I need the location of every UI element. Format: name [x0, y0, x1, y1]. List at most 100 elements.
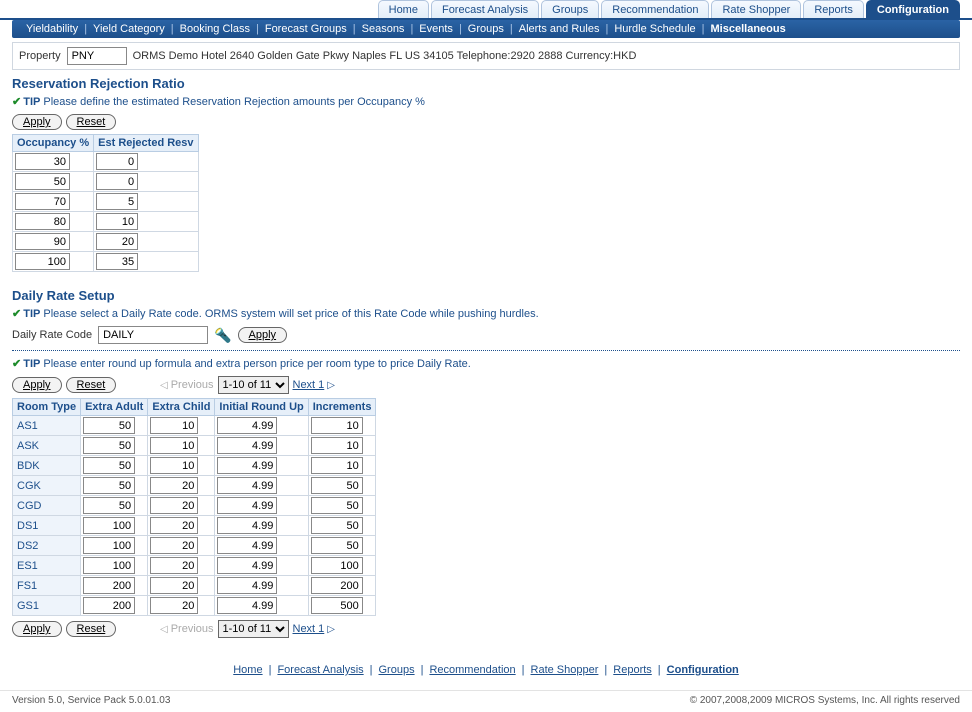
- daily-reset-top-button[interactable]: Reset: [66, 377, 117, 393]
- tab-groups[interactable]: Groups: [541, 0, 599, 18]
- rejected-resv-input[interactable]: [96, 193, 138, 210]
- increments-input[interactable]: [311, 557, 363, 574]
- lookup-icon[interactable]: 🔦: [214, 327, 231, 344]
- occupancy-input[interactable]: [15, 153, 70, 170]
- rejection-reset-button[interactable]: Reset: [66, 114, 117, 130]
- property-code-input[interactable]: [67, 47, 127, 65]
- col-extra-child: Extra Child: [148, 399, 215, 416]
- footer-link-rate-shopper[interactable]: Rate Shopper: [531, 664, 599, 676]
- rejected-resv-input[interactable]: [96, 253, 138, 270]
- daily-apply-top-button[interactable]: Apply: [12, 377, 62, 393]
- extra-child-input[interactable]: [150, 497, 198, 514]
- copyright-text: © 2007,2008,2009 MICROS Systems, Inc. Al…: [690, 695, 960, 706]
- pager-next-top[interactable]: Next 1▷: [293, 379, 336, 391]
- daily-rate-row: CGD: [13, 496, 376, 516]
- round-up-input[interactable]: [217, 537, 277, 554]
- subnav-events[interactable]: Events: [413, 23, 459, 35]
- sub-nav: Yieldability|Yield Category|Booking Clas…: [12, 20, 960, 38]
- round-up-input[interactable]: [217, 417, 277, 434]
- extra-child-input[interactable]: [150, 597, 198, 614]
- rejection-apply-button[interactable]: Apply: [12, 114, 62, 130]
- tab-forecast-analysis[interactable]: Forecast Analysis: [431, 0, 539, 18]
- extra-adult-input[interactable]: [83, 517, 135, 534]
- rejected-resv-input[interactable]: [96, 153, 138, 170]
- subnav-groups[interactable]: Groups: [462, 23, 510, 35]
- subnav-miscellaneous[interactable]: Miscellaneous: [705, 23, 792, 35]
- footer-link-recommendation[interactable]: Recommendation: [429, 664, 515, 676]
- extra-adult-input[interactable]: [83, 537, 135, 554]
- increments-input[interactable]: [311, 477, 363, 494]
- room-type-cell: AS1: [13, 416, 81, 436]
- extra-child-input[interactable]: [150, 437, 198, 454]
- increments-input[interactable]: [311, 537, 363, 554]
- round-up-input[interactable]: [217, 497, 277, 514]
- subnav-alerts-and-rules[interactable]: Alerts and Rules: [513, 23, 606, 35]
- subnav-yield-category[interactable]: Yield Category: [87, 23, 171, 35]
- round-up-input[interactable]: [217, 597, 277, 614]
- occupancy-input[interactable]: [15, 193, 70, 210]
- pager-range-top[interactable]: 1-10 of 11: [218, 376, 289, 394]
- extra-adult-input[interactable]: [83, 417, 135, 434]
- col-increments: Increments: [308, 399, 376, 416]
- occupancy-input[interactable]: [15, 213, 70, 230]
- increments-input[interactable]: [311, 517, 363, 534]
- occupancy-input[interactable]: [15, 173, 70, 190]
- round-up-input[interactable]: [217, 577, 277, 594]
- increments-input[interactable]: [311, 437, 363, 454]
- tab-rate-shopper[interactable]: Rate Shopper: [711, 0, 801, 18]
- col-room-type: Room Type: [13, 399, 81, 416]
- footer-link-home[interactable]: Home: [233, 664, 262, 676]
- footer-link-groups[interactable]: Groups: [379, 664, 415, 676]
- increments-input[interactable]: [311, 457, 363, 474]
- subnav-hurdle-schedule[interactable]: Hurdle Schedule: [608, 23, 701, 35]
- extra-child-input[interactable]: [150, 537, 198, 554]
- separator: |: [516, 664, 531, 676]
- daily-reset-bottom-button[interactable]: Reset: [66, 621, 117, 637]
- extra-child-input[interactable]: [150, 557, 198, 574]
- rate-code-apply-button[interactable]: Apply: [238, 327, 288, 343]
- round-up-input[interactable]: [217, 557, 277, 574]
- subnav-booking-class[interactable]: Booking Class: [174, 23, 256, 35]
- extra-adult-input[interactable]: [83, 577, 135, 594]
- occupancy-input[interactable]: [15, 253, 70, 270]
- extra-child-input[interactable]: [150, 577, 198, 594]
- subnav-yieldability[interactable]: Yieldability: [20, 23, 84, 35]
- daily-rate-row: ES1: [13, 556, 376, 576]
- rejected-resv-input[interactable]: [96, 213, 138, 230]
- increments-input[interactable]: [311, 577, 363, 594]
- tab-configuration[interactable]: Configuration: [866, 0, 960, 18]
- pager-range-bottom[interactable]: 1-10 of 11: [218, 620, 289, 638]
- extra-adult-input[interactable]: [83, 477, 135, 494]
- footer-link-forecast-analysis[interactable]: Forecast Analysis: [277, 664, 363, 676]
- footer-link-reports[interactable]: Reports: [613, 664, 652, 676]
- round-up-input[interactable]: [217, 477, 277, 494]
- occupancy-input[interactable]: [15, 233, 70, 250]
- increments-input[interactable]: [311, 497, 363, 514]
- footer-link-configuration[interactable]: Configuration: [667, 664, 739, 676]
- extra-adult-input[interactable]: [83, 557, 135, 574]
- rejected-resv-input[interactable]: [96, 233, 138, 250]
- daily-rate-row: FS1: [13, 576, 376, 596]
- extra-adult-input[interactable]: [83, 497, 135, 514]
- increments-input[interactable]: [311, 417, 363, 434]
- tab-reports[interactable]: Reports: [803, 0, 864, 18]
- tab-recommendation[interactable]: Recommendation: [601, 0, 709, 18]
- increments-input[interactable]: [311, 597, 363, 614]
- rate-code-input[interactable]: [98, 326, 208, 344]
- pager-next-bottom[interactable]: Next 1▷: [293, 623, 336, 635]
- extra-child-input[interactable]: [150, 417, 198, 434]
- extra-child-input[interactable]: [150, 517, 198, 534]
- extra-child-input[interactable]: [150, 477, 198, 494]
- round-up-input[interactable]: [217, 517, 277, 534]
- subnav-forecast-groups[interactable]: Forecast Groups: [259, 23, 353, 35]
- round-up-input[interactable]: [217, 437, 277, 454]
- rejected-resv-input[interactable]: [96, 173, 138, 190]
- extra-child-input[interactable]: [150, 457, 198, 474]
- round-up-input[interactable]: [217, 457, 277, 474]
- extra-adult-input[interactable]: [83, 457, 135, 474]
- extra-adult-input[interactable]: [83, 437, 135, 454]
- subnav-seasons[interactable]: Seasons: [356, 23, 411, 35]
- tab-home[interactable]: Home: [378, 0, 429, 18]
- daily-apply-bottom-button[interactable]: Apply: [12, 621, 62, 637]
- extra-adult-input[interactable]: [83, 597, 135, 614]
